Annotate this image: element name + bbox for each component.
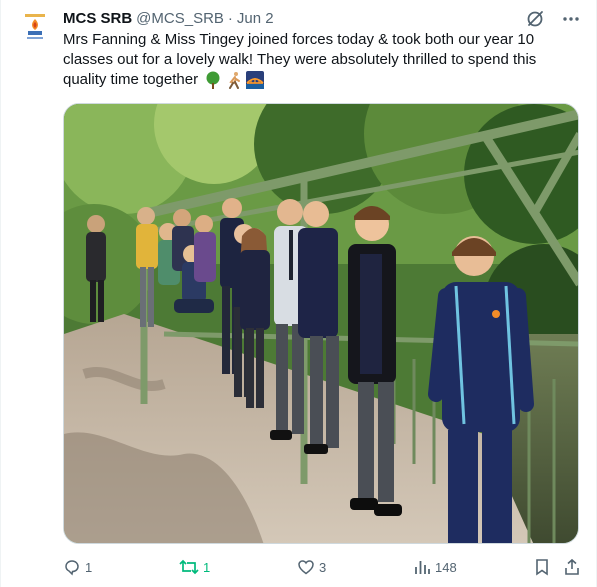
group-photo-illustration [64,104,578,543]
tweet-photo[interactable] [63,103,579,544]
reply-icon [65,560,79,576]
heart-icon [298,560,314,575]
retweet-button[interactable]: 1 [179,556,210,578]
views-button[interactable]: 148 [413,556,457,578]
more-horizontal-icon [563,17,579,21]
school-logo-icon [25,14,45,39]
author-handle[interactable]: @MCS_SRB [136,9,224,29]
tweet-body: Mrs Fanning & Miss Tingey joined forces … [63,31,537,88]
tweet-action-bar: 1 1 3 148 [63,556,583,578]
separator-dot: · [227,10,233,27]
bridge-at-night-icon [246,71,265,90]
header-actions [524,8,582,30]
grok-button[interactable] [524,8,546,30]
tweet-card: MCS SRB @MCS_SRB · Jun 2 Mrs Fanning & M… [0,0,597,587]
person-walking-icon [229,72,241,90]
author-name[interactable]: MCS SRB [63,9,132,29]
reply-count: 1 [85,559,93,575]
retweet-count: 1 [203,559,211,575]
tweet-header: MCS SRB @MCS_SRB · Jun 2 [63,9,582,29]
avatar[interactable] [15,8,55,48]
tweet-date[interactable]: Jun 2 [237,9,274,29]
deciduous-tree-icon [206,71,220,90]
like-button[interactable]: 3 [297,556,326,578]
tweet-emojis [204,71,265,90]
share-icon [565,558,579,575]
reply-button[interactable]: 1 [63,556,92,578]
bookmark-icon [536,559,548,576]
analytics-icon [415,561,430,574]
like-count: 3 [319,559,327,575]
tweet-text: Mrs Fanning & Miss Tingey joined forces … [63,30,573,90]
share-button[interactable] [563,556,581,578]
more-options-button[interactable] [560,8,582,30]
views-count: 148 [435,559,457,575]
bookmark-button[interactable] [533,556,551,578]
grok-icon [527,11,543,27]
retweet-icon [179,559,199,575]
